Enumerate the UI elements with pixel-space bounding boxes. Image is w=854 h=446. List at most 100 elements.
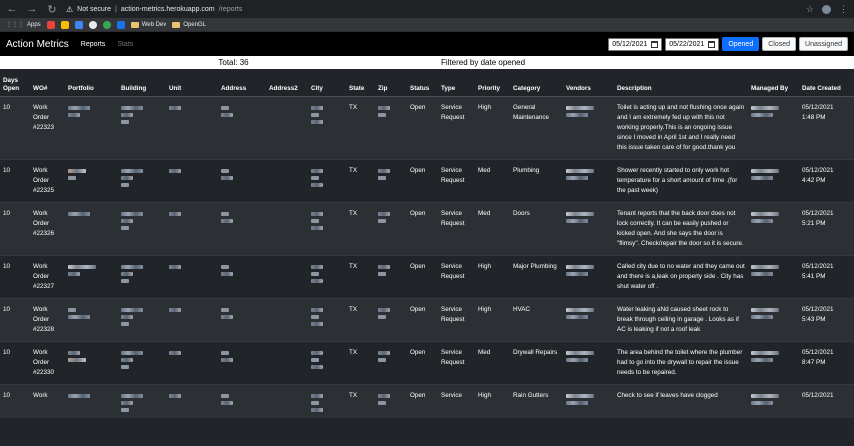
nav-reports[interactable]: Reports <box>81 41 106 48</box>
redacted-block <box>378 307 390 312</box>
drive-icon[interactable] <box>60 20 69 29</box>
col-unit[interactable]: Unit <box>166 69 218 97</box>
col-category[interactable]: Category <box>510 69 563 97</box>
cell-address-redacted <box>218 383 266 418</box>
redacted-block <box>566 357 588 362</box>
app-brand[interactable]: Action Metrics <box>6 39 69 50</box>
cell-priority: High <box>475 254 510 298</box>
cell-status: Open <box>407 95 438 159</box>
table-row[interactable]: 10 Work TX Open Service High Rain Gutters Check… <box>0 383 854 418</box>
closed-button[interactable]: Closed <box>762 37 797 51</box>
cell-state: TX <box>346 95 375 159</box>
redacted-block <box>378 168 390 173</box>
nav-stats[interactable]: Stats <box>117 41 133 48</box>
calendar-icon[interactable] <box>708 40 716 48</box>
reload-icon[interactable]: ↻ <box>46 3 58 16</box>
col-days-open[interactable]: Days Open <box>0 69 30 97</box>
cell-zip-redacted <box>375 95 407 159</box>
redacted-block <box>121 357 133 362</box>
col-portfolio[interactable]: Portfolio <box>65 69 118 97</box>
redacted-block <box>68 175 76 180</box>
redacted-block <box>68 264 96 269</box>
col-status[interactable]: Status <box>407 69 438 97</box>
redacted-block <box>311 357 319 362</box>
redacted-block <box>311 211 323 216</box>
redacted-block <box>566 271 588 276</box>
date-to-input[interactable]: 05/22/2021 <box>665 37 720 51</box>
calendar-icon[interactable] <box>651 40 659 48</box>
redacted-block <box>566 105 594 110</box>
star-icon[interactable]: ☆ <box>806 4 814 15</box>
cell-zip-redacted <box>375 383 407 418</box>
forward-icon[interactable]: → <box>26 3 38 15</box>
bookmark-apps[interactable]: ⋮⋮⋮ Apps <box>6 21 41 29</box>
work-orders-table: Days Open WO# Portfolio Building Unit Ad… <box>0 69 854 418</box>
table-row[interactable]: 10 Work Order #22328 TX Open Service Request… <box>0 297 854 341</box>
address-bar[interactable]: ⚠ Not secure | action-metrics.herokuapp.… <box>66 2 798 16</box>
cell-priority: Med <box>475 340 510 384</box>
col-wo[interactable]: WO# <box>30 69 65 97</box>
cell-vendors-redacted <box>563 201 614 255</box>
redacted-block <box>169 307 181 312</box>
bookmark-web-dev[interactable]: Web Dev <box>130 21 166 28</box>
total-count: Total: 36 <box>218 58 249 67</box>
col-priority[interactable]: Priority <box>475 69 510 97</box>
redacted-block <box>311 218 319 223</box>
col-description[interactable]: Description <box>614 69 748 97</box>
cell-unit-redacted <box>166 383 218 418</box>
time-value: 5:43 PM <box>802 315 826 323</box>
redacted-block <box>751 271 773 276</box>
cell-portfolio-redacted <box>65 95 118 159</box>
cell-priority: High <box>475 95 510 159</box>
site-icon[interactable] <box>102 20 111 29</box>
col-managed-by[interactable]: Managed By <box>748 69 799 97</box>
redacted-block <box>311 225 323 230</box>
time-value: 5:21 PM <box>802 219 826 227</box>
table-row[interactable]: 10 Work Order #22325 TX Open Service Request… <box>0 158 854 202</box>
date-from-input[interactable]: 05/12/2021 <box>608 37 663 51</box>
col-zip[interactable]: Zip <box>375 69 407 97</box>
summary-bar: Total: 36 Filtered by date opened <box>0 56 854 69</box>
col-state[interactable]: State <box>346 69 375 97</box>
col-address[interactable]: Address <box>218 69 266 97</box>
cell-address2 <box>266 340 308 384</box>
cell-building-redacted <box>118 297 166 341</box>
cell-city-redacted <box>308 297 346 341</box>
bookmark-opengl[interactable]: OpenGL <box>172 21 206 28</box>
site2-icon[interactable] <box>116 20 125 29</box>
redacted-block <box>566 264 594 269</box>
redacted-block <box>221 105 229 110</box>
github-icon[interactable] <box>88 20 97 29</box>
app-navbar: Action Metrics Reports Stats 05/12/2021 … <box>0 32 854 56</box>
table-row[interactable]: 10 Work Order #22327 TX Open Service Request… <box>0 254 854 298</box>
back-icon[interactable]: ← <box>6 3 18 15</box>
cell-status: Open <box>407 340 438 384</box>
col-city[interactable]: City <box>308 69 346 97</box>
cell-type: Service Request <box>438 201 475 255</box>
redacted-block <box>311 175 319 180</box>
table-row[interactable]: 10 Work Order #22326 TX Open Service Request… <box>0 201 854 255</box>
gmail-icon[interactable] <box>46 20 55 29</box>
table-row[interactable]: 10 Work Order #22330 TX Open Service Request… <box>0 340 854 384</box>
table-row[interactable]: 10 Work Order #22323 TX Open Service Request… <box>0 95 854 159</box>
profile-avatar[interactable] <box>822 4 831 14</box>
redacted-block <box>378 400 386 405</box>
menu-icon[interactable]: ⋮ <box>839 4 848 15</box>
cell-days-open: 10 <box>0 158 30 202</box>
time-value: 1:48 PM <box>802 113 826 121</box>
cell-category: Doors <box>510 201 563 255</box>
unassigned-button[interactable]: Unassigned <box>799 37 848 51</box>
cell-portfolio-redacted <box>65 340 118 384</box>
redacted-block <box>751 218 773 223</box>
redacted-block <box>311 321 323 326</box>
col-address2[interactable]: Address2 <box>266 69 308 97</box>
col-vendors[interactable]: Vendors <box>563 69 614 97</box>
opened-button[interactable]: Opened <box>722 37 760 51</box>
col-date-created[interactable]: Date Created <box>799 69 854 97</box>
cell-wo: Work Order #22325 <box>30 158 65 202</box>
col-type[interactable]: Type <box>438 69 475 97</box>
cell-vendors-redacted <box>563 340 614 384</box>
col-building[interactable]: Building <box>118 69 166 97</box>
cell-type: Service <box>438 383 475 418</box>
chrome-icon[interactable] <box>74 20 83 29</box>
